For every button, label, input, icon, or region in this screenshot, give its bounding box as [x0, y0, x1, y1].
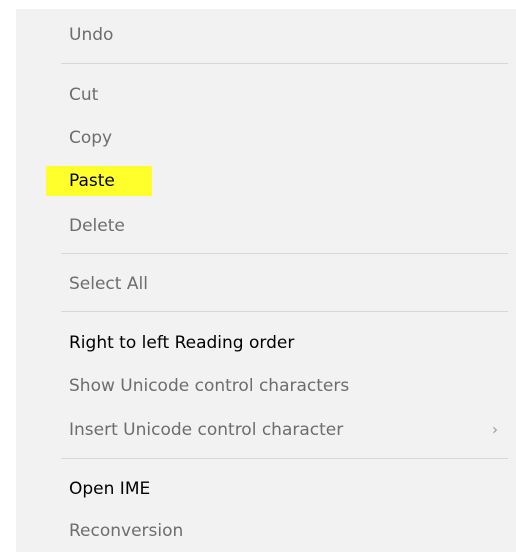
menu-item-label: Delete: [69, 216, 125, 236]
menu-item-label: Right to left Reading order: [69, 333, 295, 353]
menu-separator: [61, 63, 508, 64]
menu-item-undo[interactable]: Undo: [16, 13, 516, 57]
menu-item-label: Cut: [69, 85, 99, 105]
menu-item-label: Reconversion: [69, 521, 184, 541]
menu-item-cut[interactable]: Cut: [16, 73, 516, 117]
menu-item-copy[interactable]: Copy: [16, 116, 516, 160]
menu-item-select-all[interactable]: Select All: [16, 262, 516, 306]
menu-item-label: Undo: [69, 25, 114, 45]
menu-item-label: Insert Unicode control character: [69, 420, 344, 440]
menu-item-paste[interactable]: Paste: [16, 159, 516, 203]
menu-item-insert-unicode-control-character[interactable]: Insert Unicode control character ›: [16, 408, 516, 452]
menu-item-show-unicode-control-characters[interactable]: Show Unicode control characters: [16, 364, 516, 408]
menu-item-reconversion[interactable]: Reconversion: [16, 509, 516, 553]
menu-item-open-ime[interactable]: Open IME: [16, 467, 516, 511]
menu-item-label: Open IME: [69, 479, 151, 499]
menu-item-label: Show Unicode control characters: [69, 376, 350, 396]
menu-separator: [61, 253, 508, 254]
context-menu: Undo Cut Copy Paste Delete Select All Ri…: [16, 9, 516, 552]
menu-separator: [61, 458, 508, 459]
menu-separator: [61, 311, 508, 312]
menu-item-delete[interactable]: Delete: [16, 204, 516, 248]
menu-item-label: Copy: [69, 128, 113, 148]
menu-item-rtl-reading-order[interactable]: Right to left Reading order: [16, 321, 516, 365]
chevron-right-icon: ›: [492, 420, 498, 439]
menu-item-label: Paste: [69, 171, 115, 191]
menu-item-label: Select All: [69, 274, 148, 294]
